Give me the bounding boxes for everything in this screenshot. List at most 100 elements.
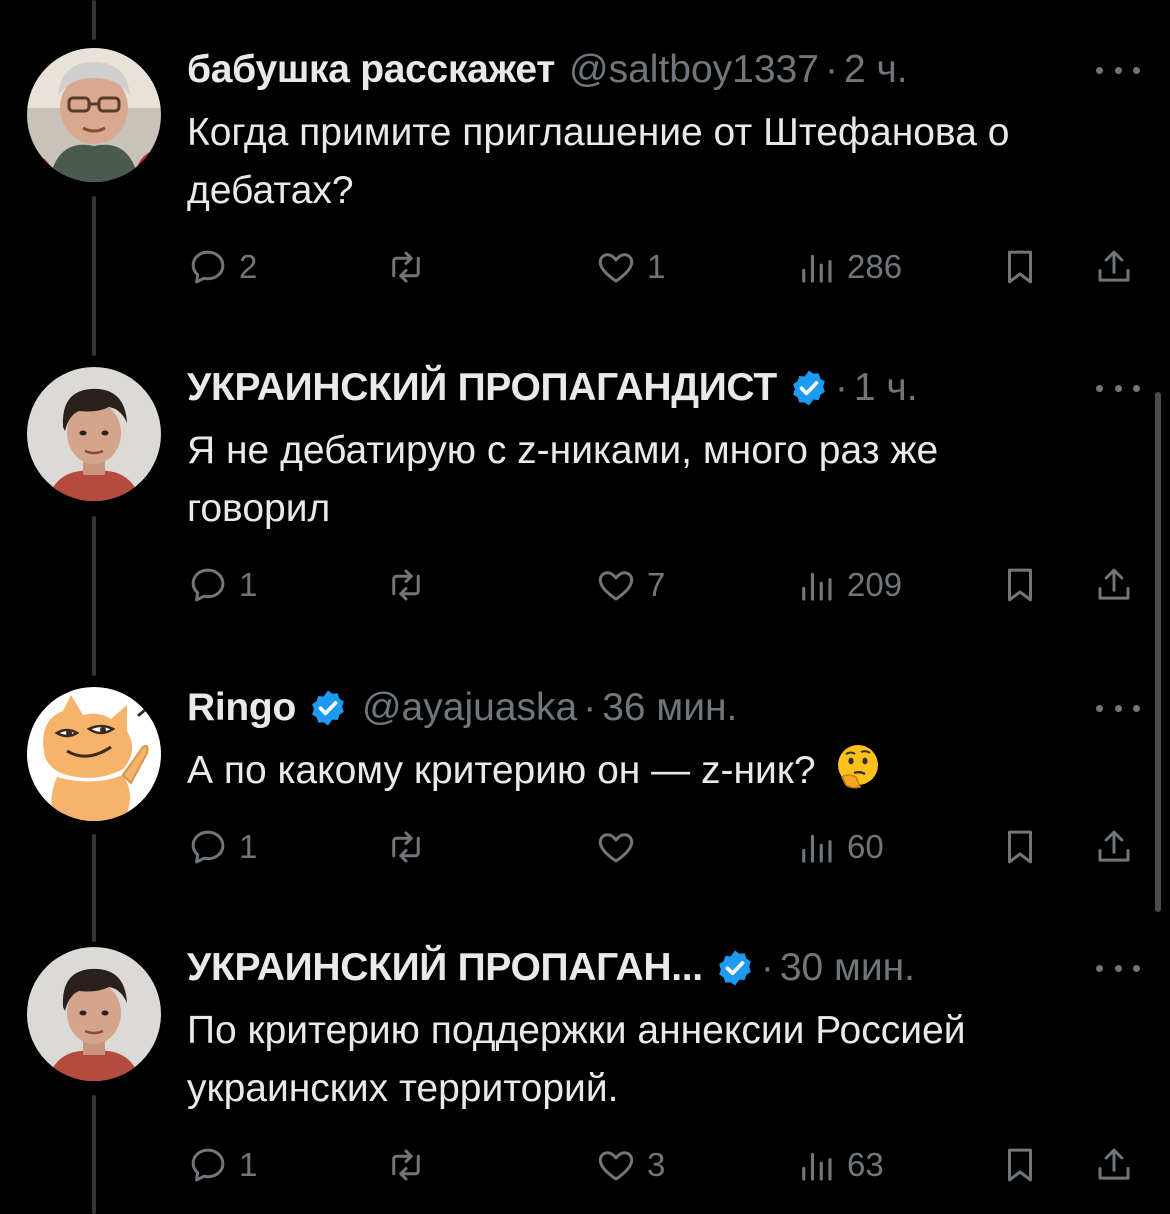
views-button[interactable]: 63 — [795, 1140, 884, 1190]
share-button[interactable] — [1093, 822, 1135, 872]
like-count: 3 — [647, 1146, 666, 1183]
views-icon — [802, 254, 832, 283]
bookmark-button[interactable] — [999, 822, 1041, 872]
share-button[interactable] — [1093, 560, 1135, 610]
more-options-icon[interactable] — [1096, 373, 1140, 403]
author-name[interactable]: Ringo — [187, 686, 296, 730]
reply-count: 1 — [239, 1146, 258, 1183]
thinking-face-emoji-icon — [838, 745, 879, 789]
grandmother-avatar-icon — [27, 48, 161, 182]
author-name[interactable]: УКРАИНСКИЙ ПРОПАГАНДИСТ — [187, 366, 777, 410]
views-icon — [802, 572, 832, 601]
timestamp[interactable]: 30 мин. — [780, 946, 915, 990]
repost-icon — [392, 1149, 420, 1181]
like-button[interactable]: 7 — [595, 560, 665, 610]
action-bar: 1 3 63 — [187, 1140, 1147, 1190]
scrollbar[interactable] — [1155, 392, 1161, 912]
like-count: 7 — [647, 566, 666, 603]
repost-button[interactable] — [385, 560, 437, 610]
tweet-text: По критерию поддержки аннексии Россией у… — [187, 1009, 966, 1110]
share-button[interactable] — [1093, 1140, 1135, 1190]
author-name[interactable]: УКРАИНСКИЙ ПРОПАГАН... — [187, 946, 703, 990]
action-bar: 1 60 — [187, 822, 1147, 872]
tweet[interactable]: бабушка расскажет @saltboy1337 · 2 ч. Ко… — [0, 0, 1170, 340]
share-button[interactable] — [1093, 242, 1135, 292]
more-options-icon[interactable] — [1096, 953, 1140, 983]
verified-badge-icon — [718, 950, 751, 986]
views-button[interactable]: 209 — [795, 560, 902, 610]
repost-icon — [392, 569, 420, 601]
reply-count: 1 — [239, 828, 258, 865]
views-count: 209 — [847, 566, 903, 603]
reply-button[interactable]: 2 — [187, 242, 257, 292]
like-button[interactable] — [595, 822, 647, 872]
timestamp[interactable]: 36 мин. — [602, 686, 737, 730]
views-count: 60 — [847, 828, 884, 865]
views-button[interactable]: 60 — [795, 822, 884, 872]
verified-badge-icon — [793, 370, 825, 406]
more-options-icon[interactable] — [1096, 693, 1140, 723]
repost-button[interactable] — [385, 822, 437, 872]
repost-button[interactable] — [385, 1140, 437, 1190]
action-bar: 2 1 286 — [187, 242, 1147, 292]
reply-icon — [191, 250, 225, 284]
bookmark-icon — [1008, 1148, 1032, 1182]
reply-count: 2 — [239, 248, 258, 285]
tweet[interactable]: УКРАИНСКИЙ ПРОПАГАН... · 30 мин. По крит… — [0, 920, 1170, 1214]
avatar[interactable] — [27, 48, 161, 182]
views-button[interactable]: 286 — [795, 242, 902, 292]
bookmark-icon — [1008, 250, 1032, 284]
action-bar: 1 7 209 — [187, 560, 1147, 610]
views-count: 286 — [847, 248, 903, 285]
young-man-avatar-icon — [27, 947, 161, 1081]
separator-dot: · — [824, 48, 838, 91]
heart-icon — [598, 571, 634, 601]
avatar[interactable] — [27, 687, 161, 821]
reply-button[interactable]: 1 — [187, 1140, 257, 1190]
bookmark-button[interactable] — [999, 1140, 1041, 1190]
reply-icon — [191, 830, 225, 864]
separator-dot: · — [583, 686, 597, 729]
tweet-header: бабушка расскажет @saltboy1337 · 2 ч. — [187, 40, 1130, 100]
bookmark-button[interactable] — [999, 242, 1041, 292]
tweet-text-container: А по какому критерию он — z-ник? — [187, 742, 1130, 800]
like-button[interactable]: 1 — [595, 242, 665, 292]
share-icon — [1098, 250, 1130, 282]
bookmark-button[interactable] — [999, 560, 1041, 610]
separator-dot: · — [834, 366, 848, 409]
heart-icon — [598, 253, 634, 283]
like-count: 1 — [647, 248, 666, 285]
reply-button[interactable]: 1 — [187, 560, 257, 610]
author-handle[interactable]: @saltboy1337 — [569, 48, 819, 92]
separator-dot: · — [760, 946, 774, 989]
tweet-text: А по какому критерию он — z-ник? — [187, 749, 816, 792]
repost-button[interactable] — [385, 242, 437, 292]
share-icon — [1098, 830, 1130, 862]
views-count: 63 — [847, 1146, 884, 1183]
tweet[interactable]: Ringo @ayajuaska · 36 мин. А по какому к… — [0, 660, 1170, 920]
tweet-header: Ringo @ayajuaska · 36 мин. — [187, 678, 1130, 738]
tweet-text: Когда примите приглашение от Штефанова о… — [187, 111, 1010, 212]
tweet[interactable]: УКРАИНСКИЙ ПРОПАГАНДИСТ · 1 ч. Я не деба… — [0, 340, 1170, 660]
share-icon — [1098, 568, 1130, 600]
reply-count: 1 — [239, 566, 258, 603]
reply-icon — [191, 1148, 225, 1182]
timestamp[interactable]: 1 ч. — [854, 366, 918, 410]
verified-badge-icon — [312, 690, 344, 726]
tweet-header: УКРАИНСКИЙ ПРОПАГАНДИСТ · 1 ч. — [187, 358, 1130, 418]
tweet-header: УКРАИНСКИЙ ПРОПАГАН... · 30 мин. — [187, 938, 1130, 998]
avatar[interactable] — [27, 367, 161, 501]
reply-thread: бабушка расскажет @saltboy1337 · 2 ч. Ко… — [0, 0, 1170, 1214]
avatar[interactable] — [27, 947, 161, 1081]
cartoon-cat-avatar-icon — [27, 687, 161, 821]
like-button[interactable]: 3 — [595, 1140, 665, 1190]
author-name[interactable]: бабушка расскажет — [187, 48, 555, 92]
share-icon — [1098, 1148, 1130, 1180]
reply-icon — [191, 568, 225, 602]
reply-button[interactable]: 1 — [187, 822, 257, 872]
tweet-text: Я не дебатирую с z-никами, много раз же … — [187, 429, 939, 530]
author-handle[interactable]: @ayajuaska — [362, 686, 577, 730]
bookmark-icon — [1008, 830, 1032, 864]
more-options-icon[interactable] — [1096, 55, 1140, 85]
timestamp[interactable]: 2 ч. — [844, 48, 908, 92]
